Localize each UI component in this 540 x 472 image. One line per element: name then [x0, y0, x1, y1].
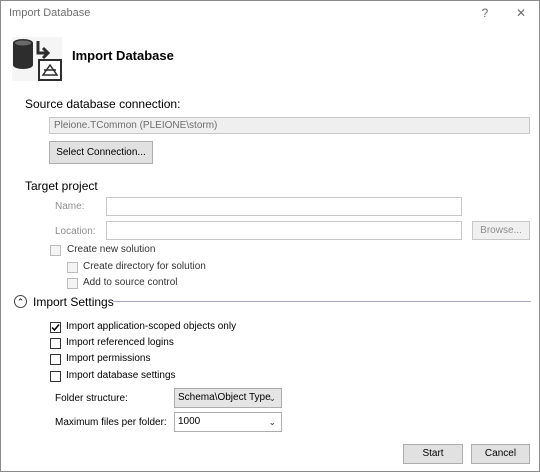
settings-collapse-icon[interactable]: ⌃	[14, 295, 27, 308]
chevron-down-icon: ⌄	[268, 393, 276, 403]
folder-structure-value: Schema\Object Type	[178, 392, 271, 403]
cancel-button[interactable]: Cancel	[471, 444, 530, 464]
option-label-app-scoped: Import application-scoped objects only	[66, 321, 237, 332]
location-label: Location:	[55, 226, 96, 237]
option-checkbox-db-settings[interactable]	[50, 371, 61, 382]
header-title: Import Database	[72, 48, 174, 63]
browse-button[interactable]: Browse...	[472, 221, 530, 240]
window-title: Import Database	[9, 7, 91, 19]
chevron-down-icon: ⌄	[268, 417, 276, 427]
name-input[interactable]	[106, 197, 462, 216]
create-directory-checkbox[interactable]	[67, 262, 78, 273]
option-label-db-settings: Import database settings	[66, 370, 176, 381]
max-files-label: Maximum files per folder:	[55, 417, 167, 428]
option-label-permissions: Import permissions	[66, 353, 151, 364]
start-button[interactable]: Start	[403, 444, 463, 464]
max-files-value: 1000	[178, 416, 201, 427]
location-input[interactable]	[106, 221, 462, 240]
option-checkbox-permissions[interactable]	[50, 354, 61, 365]
import-database-dialog: Import Database ? ✕ Import Database Sour…	[0, 0, 540, 472]
add-source-control-checkbox[interactable]	[67, 278, 78, 289]
help-button[interactable]: ?	[473, 3, 497, 23]
source-connection-label: Source database connection:	[25, 97, 181, 111]
settings-divider	[113, 301, 531, 302]
select-connection-button[interactable]: Select Connection...	[49, 141, 153, 164]
option-checkbox-app-scoped[interactable]	[50, 322, 61, 333]
folder-structure-select[interactable]: Schema\Object Type ⌄	[174, 388, 282, 408]
close-button[interactable]: ✕	[509, 3, 533, 23]
source-connection-field: Pleione.TCommon (PLEIONE\storm)	[49, 117, 530, 134]
target-project-label: Target project	[25, 179, 98, 193]
option-label-logins: Import referenced logins	[66, 337, 174, 348]
add-source-control-label: Add to source control	[83, 277, 178, 288]
create-new-solution-label: Create new solution	[67, 244, 156, 255]
import-database-icon	[10, 35, 64, 83]
option-checkbox-logins[interactable]	[50, 338, 61, 349]
import-settings-header[interactable]: Import Settings	[33, 295, 114, 309]
max-files-select[interactable]: 1000 ⌄	[174, 412, 282, 432]
folder-structure-label: Folder structure:	[55, 393, 128, 404]
create-new-solution-checkbox[interactable]	[50, 245, 61, 256]
name-label: Name:	[55, 201, 85, 212]
create-directory-label: Create directory for solution	[83, 261, 206, 272]
